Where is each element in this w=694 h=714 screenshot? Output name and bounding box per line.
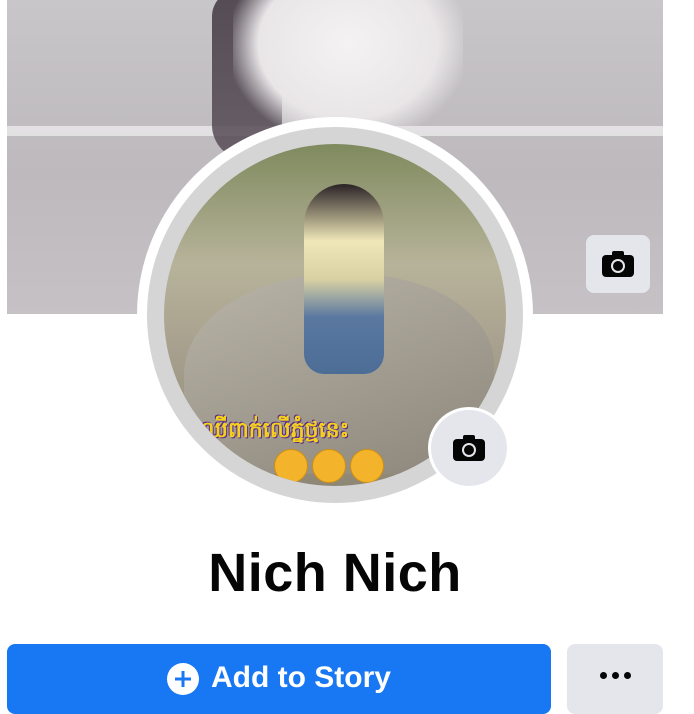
edit-profile-picture-button-inner bbox=[431, 410, 507, 486]
dot bbox=[599, 672, 607, 679]
add-to-story-button[interactable]: Add to Story bbox=[7, 644, 551, 714]
emoji-sad-icon bbox=[274, 449, 308, 483]
profile-name: Nich Nich bbox=[208, 543, 462, 603]
camera-icon bbox=[453, 435, 485, 461]
add-to-story-label: Add to Story bbox=[211, 661, 391, 694]
emoji-angry-icon bbox=[312, 449, 346, 483]
dot bbox=[623, 672, 631, 679]
edit-cover-photo-button[interactable] bbox=[586, 235, 650, 293]
camera-icon bbox=[602, 251, 634, 277]
emoji-crying-icon bbox=[350, 449, 384, 483]
photo-emoji-row bbox=[274, 449, 384, 483]
dot bbox=[611, 672, 619, 679]
photo-figure bbox=[304, 184, 384, 374]
edit-profile-picture-button[interactable] bbox=[428, 407, 510, 489]
more-horizontal-icon bbox=[599, 672, 631, 714]
more-options-button[interactable] bbox=[567, 644, 663, 714]
plus-circle-icon bbox=[167, 663, 199, 695]
